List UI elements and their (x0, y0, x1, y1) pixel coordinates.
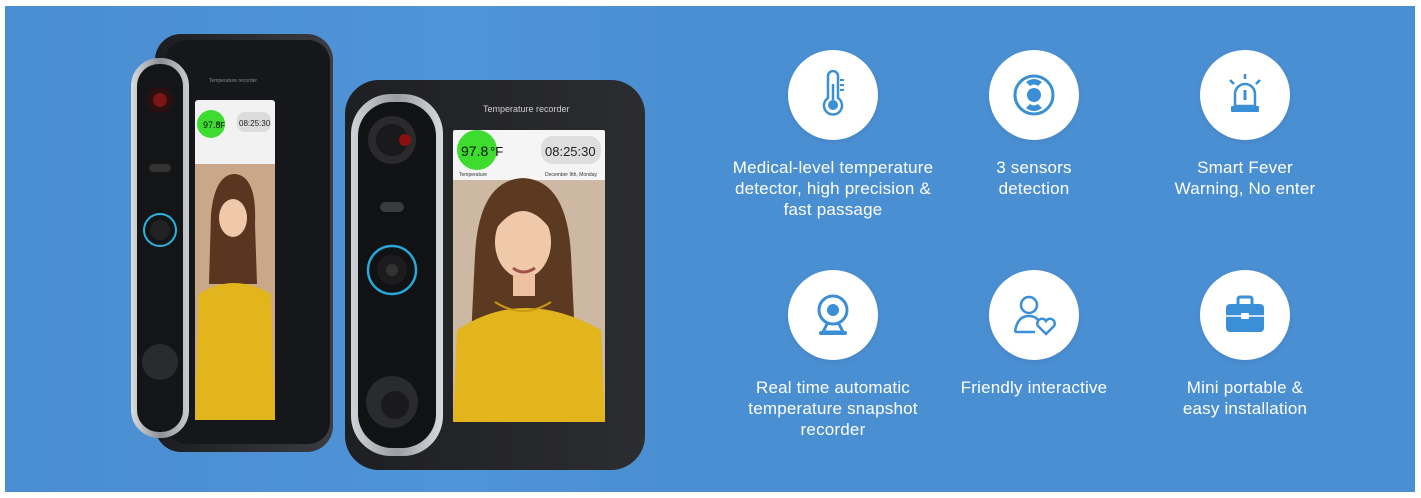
feature-fever-warning: Smart Fever Warning, No enter (1120, 50, 1370, 199)
feature-icon-circle (989, 50, 1079, 140)
svg-text:08:25:30: 08:25:30 (239, 119, 271, 128)
thermometer-icon (822, 70, 844, 116)
clock-time: 08:25:30 (545, 144, 596, 159)
temperature-unit: °F (490, 144, 503, 159)
device-header-label: Temperature recorder (483, 104, 570, 114)
feature-icon-circle (989, 270, 1079, 360)
date-caption: December 9th, Monday (545, 172, 597, 178)
product-banner: 97.8 °F 08:25:30 Temperature recorder Te… (5, 6, 1415, 492)
temperature-caption: Temperature (459, 172, 487, 178)
feature-icon-circle (788, 270, 878, 360)
temperature-value: 97.8 (461, 143, 488, 159)
device-front-view: Temperature recorder 97.8 °F Temperature… (345, 80, 647, 472)
feature-label: Smart Fever Warning, No enter (1174, 158, 1316, 198)
briefcase-icon (1226, 295, 1264, 332)
feature-label: Mini portable & easy installation (1182, 378, 1308, 418)
user-heart-icon (1013, 295, 1056, 336)
svg-text:°F: °F (217, 121, 225, 130)
webcam-icon (817, 294, 849, 335)
feature-portable-installation: Mini portable & easy installation (1120, 270, 1370, 419)
sensors-icon (1013, 74, 1055, 116)
svg-text:Temperature recorder: Temperature recorder (209, 78, 257, 84)
alarm-light-icon (1229, 74, 1261, 112)
feature-icon-circle (1200, 50, 1290, 140)
feature-icon-circle (1200, 270, 1290, 360)
device-back-view: 97.8 °F 08:25:30 Temperature recorder (125, 34, 335, 454)
feature-icon-circle (788, 50, 878, 140)
